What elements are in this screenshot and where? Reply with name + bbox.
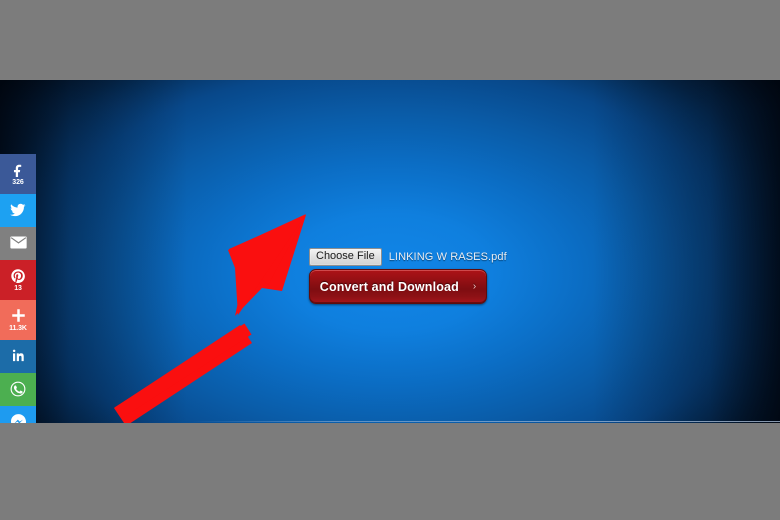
selected-file-name: LINKING W RASES.pdf [388,251,507,263]
footer-divider [192,421,780,422]
screenshot-root: 326 13 11.3K Choose File LINKING W RASES… [0,0,780,520]
social-button-linkedin[interactable] [0,340,36,373]
email-icon [9,236,27,249]
social-button-pinterest[interactable]: 13 [0,260,36,300]
social-button-whatsapp[interactable] [0,373,36,406]
social-count-pinterest: 13 [14,284,22,292]
social-button-messenger[interactable] [0,406,36,423]
facebook-icon [11,163,25,177]
social-button-facebook[interactable]: 326 [0,154,36,194]
chevron-right-icon: › [472,280,477,292]
file-upload-row: Choose File LINKING W RASES.pdf [309,248,507,266]
choose-file-button[interactable]: Choose File [309,248,382,266]
social-button-share-more[interactable]: 11.3K [0,300,36,340]
linkedin-icon [11,348,26,363]
social-share-rail: 326 13 11.3K [0,154,36,423]
pinterest-icon [11,268,25,283]
social-count-facebook: 326 [12,178,24,186]
plus-icon [11,308,26,323]
web-page-viewport: 326 13 11.3K Choose File LINKING W RASES… [0,80,780,423]
social-count-share-more: 11.3K [9,325,27,332]
social-button-twitter[interactable] [0,194,36,227]
social-button-email[interactable] [0,227,36,260]
convert-button-label: Convert and Download [319,279,459,294]
whatsapp-icon [10,381,26,397]
convert-and-download-button[interactable]: Convert and Download › [309,269,487,304]
messenger-icon [10,413,27,423]
twitter-icon [10,202,26,218]
